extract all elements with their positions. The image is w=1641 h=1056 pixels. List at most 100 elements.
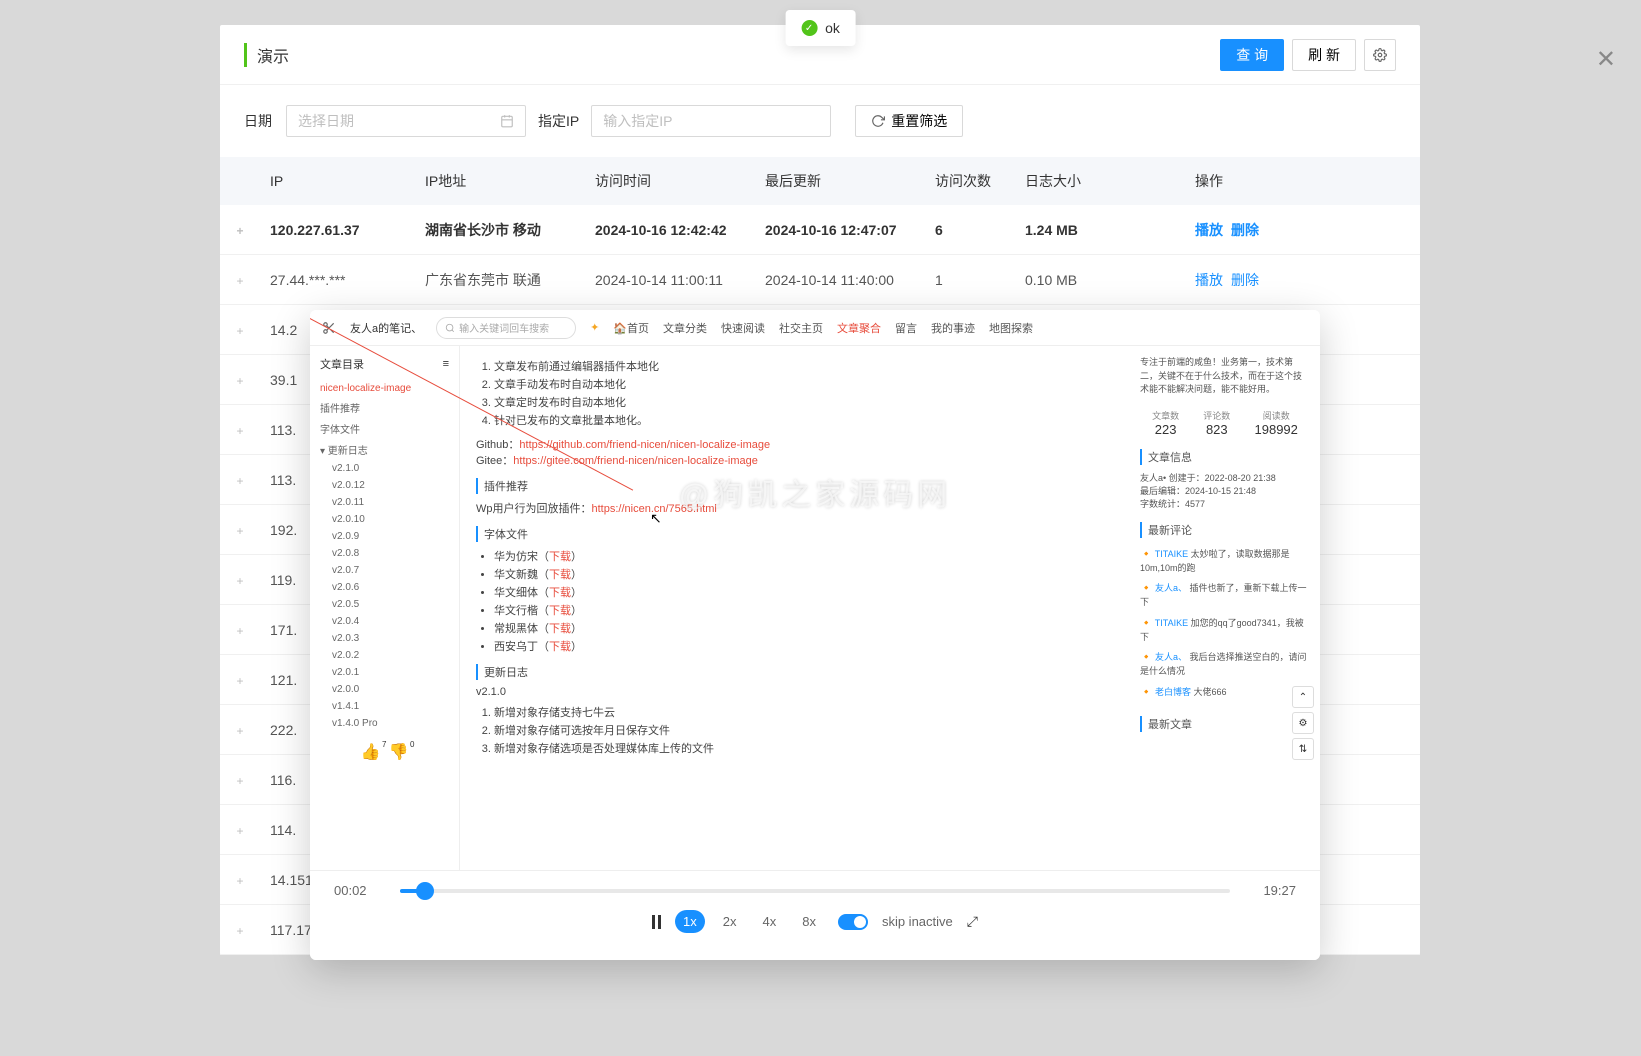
nav-item[interactable]: 文章分类 bbox=[663, 320, 707, 336]
toc-subitem[interactable]: v2.0.3 bbox=[320, 630, 449, 647]
expand-icon[interactable]: + bbox=[232, 524, 248, 538]
toc-item[interactable]: 字体文件 bbox=[320, 418, 449, 439]
close-button[interactable]: ✕ bbox=[1596, 45, 1616, 74]
settings-button[interactable] bbox=[1364, 39, 1396, 71]
refresh-button[interactable]: 刷 新 bbox=[1292, 39, 1356, 71]
replay-search-input[interactable]: 输入关键词回车搜索 bbox=[436, 317, 576, 339]
search-icon bbox=[445, 323, 455, 333]
nav-item[interactable]: 地图探索 bbox=[989, 320, 1033, 336]
toc-subitem[interactable]: v2.0.11 bbox=[320, 494, 449, 511]
toc-title: 文章目录 bbox=[320, 356, 364, 372]
toc-subitem[interactable]: v2.0.9 bbox=[320, 528, 449, 545]
comment-user[interactable]: TITAIKE bbox=[1155, 549, 1188, 559]
filter-row: 日期 选择日期 指定IP 输入指定IP 重置筛选 bbox=[220, 85, 1420, 157]
float-more-button[interactable]: ⇅ bbox=[1292, 738, 1314, 760]
download-link[interactable]: 下载 bbox=[549, 587, 571, 599]
nav-item[interactable]: 🏠首页 bbox=[613, 320, 649, 336]
star-icon: ✦ bbox=[590, 321, 599, 334]
menu-icon[interactable]: ≡ bbox=[443, 358, 449, 370]
pause-button[interactable] bbox=[652, 915, 661, 929]
stat-comments: 823 bbox=[1203, 422, 1230, 437]
replay-nav: 🏠首页文章分类快速阅读社交主页文章聚合留言我的事迹地图探索 bbox=[613, 320, 1033, 336]
toc-subitem[interactable]: v2.0.5 bbox=[320, 596, 449, 613]
replay-modal: 友人a的笔记、 输入关键词回车搜索 ✦ 🏠首页文章分类快速阅读社交主页文章聚合留… bbox=[310, 310, 1320, 960]
expand-icon[interactable]: + bbox=[232, 924, 248, 938]
expand-icon[interactable]: + bbox=[232, 424, 248, 438]
thumbs-up-button[interactable]: 👍7 bbox=[361, 742, 381, 762]
ip-input[interactable]: 输入指定IP bbox=[591, 105, 831, 137]
speed-button[interactable]: 4x bbox=[754, 910, 784, 933]
toc-item[interactable]: 插件推荐 bbox=[320, 397, 449, 418]
play-link[interactable]: 播放 bbox=[1195, 222, 1223, 238]
progress-thumb[interactable] bbox=[416, 882, 434, 900]
nav-item[interactable]: 快速阅读 bbox=[721, 320, 765, 336]
download-link[interactable]: 下载 bbox=[549, 569, 571, 581]
nav-item[interactable]: 文章聚合 bbox=[837, 320, 881, 336]
download-link[interactable]: 下载 bbox=[549, 641, 571, 653]
toc-subitem[interactable]: v2.0.6 bbox=[320, 579, 449, 596]
download-link[interactable]: 下载 bbox=[549, 605, 571, 617]
info-title: 文章信息 bbox=[1140, 449, 1310, 465]
expand-icon[interactable]: + bbox=[232, 674, 248, 688]
toc-subitem[interactable]: v1.4.0 Pro bbox=[320, 715, 449, 732]
comment-user[interactable]: TITAIKE bbox=[1155, 618, 1188, 628]
date-input[interactable]: 选择日期 bbox=[286, 105, 526, 137]
progress-bar[interactable] bbox=[400, 889, 1230, 893]
toc-subitem[interactable]: v2.0.4 bbox=[320, 613, 449, 630]
delete-link[interactable]: 删除 bbox=[1231, 272, 1259, 288]
delete-link[interactable]: 删除 bbox=[1231, 222, 1259, 238]
nav-item[interactable]: 社交主页 bbox=[779, 320, 823, 336]
toc-item[interactable]: ▾ 更新日志 bbox=[320, 439, 449, 460]
comment-user[interactable]: 友人a、 bbox=[1155, 652, 1187, 662]
thumbs-down-button[interactable]: 👎0 bbox=[389, 742, 409, 762]
toc-subitem[interactable]: v2.0.7 bbox=[320, 562, 449, 579]
expand-icon[interactable]: + bbox=[232, 474, 248, 488]
speed-button[interactable]: 1x bbox=[675, 910, 705, 933]
toc-subitem[interactable]: v2.0.2 bbox=[320, 647, 449, 664]
th-last-update: 最后更新 bbox=[765, 171, 935, 191]
list-item: 文章定时发布时自动本地化 bbox=[494, 394, 1114, 410]
toc-subitem[interactable]: v2.0.12 bbox=[320, 477, 449, 494]
expand-icon[interactable]: + bbox=[232, 574, 248, 588]
scroll-top-button[interactable]: ⌃ bbox=[1292, 686, 1314, 708]
expand-icon[interactable]: + bbox=[232, 374, 248, 388]
toc-subitem[interactable]: v2.0.8 bbox=[320, 545, 449, 562]
toc-subitem[interactable]: v2.0.1 bbox=[320, 664, 449, 681]
expand-icon[interactable]: + bbox=[232, 324, 248, 338]
play-link[interactable]: 播放 bbox=[1195, 272, 1223, 288]
toc-subitem[interactable]: v1.4.1 bbox=[320, 698, 449, 715]
expand-icon[interactable]: + bbox=[232, 874, 248, 888]
toc-subitem[interactable]: v2.0.0 bbox=[320, 681, 449, 698]
download-link[interactable]: 下载 bbox=[549, 551, 571, 563]
expand-icon[interactable]: + bbox=[232, 624, 248, 638]
download-link[interactable]: 下载 bbox=[549, 623, 571, 635]
site-desc: 专注于前端的咸鱼！业务第一，技术第二，关键不在于什么技术，而在于这个技术能不能解… bbox=[1140, 356, 1310, 397]
expand-icon[interactable]: + bbox=[232, 774, 248, 788]
gitee-link[interactable]: https://gitee.com/friend-nicen/nicen-loc… bbox=[513, 455, 758, 467]
expand-icon[interactable]: + bbox=[232, 224, 248, 238]
table-header: IP IP地址 访问时间 最后更新 访问次数 日志大小 操作 bbox=[220, 157, 1420, 205]
expand-icon[interactable]: + bbox=[232, 824, 248, 838]
gear-icon bbox=[1373, 48, 1387, 62]
expand-icon[interactable]: + bbox=[232, 724, 248, 738]
comment-user[interactable]: 老白博客 bbox=[1155, 687, 1191, 697]
toc-subitem[interactable]: v2.1.0 bbox=[320, 460, 449, 477]
speed-button[interactable]: 8x bbox=[794, 910, 824, 933]
skip-inactive-toggle[interactable] bbox=[838, 914, 868, 930]
nav-item[interactable]: 我的事迹 bbox=[931, 320, 975, 336]
float-settings-button[interactable]: ⚙ bbox=[1292, 712, 1314, 734]
expand-icon[interactable]: + bbox=[232, 274, 248, 288]
list-item: 华文行楷（下载） bbox=[494, 602, 1114, 618]
speed-button[interactable]: 2x bbox=[715, 910, 745, 933]
toast-text: ok bbox=[825, 20, 840, 36]
current-time: 00:02 bbox=[334, 883, 384, 898]
list-item: 新增对象存储支持七牛云 bbox=[494, 704, 1114, 720]
nav-item[interactable]: 留言 bbox=[895, 320, 917, 336]
reset-button[interactable]: 重置筛选 bbox=[855, 105, 963, 137]
comment-user[interactable]: 友人a、 bbox=[1155, 583, 1187, 593]
cell-ip: 120.227.61.37 bbox=[260, 222, 425, 238]
query-button[interactable]: 查 询 bbox=[1220, 39, 1284, 71]
toc-subitem[interactable]: v2.0.10 bbox=[320, 511, 449, 528]
fullscreen-button[interactable]: ⤢ bbox=[967, 913, 978, 930]
th-ip: IP bbox=[260, 173, 425, 189]
